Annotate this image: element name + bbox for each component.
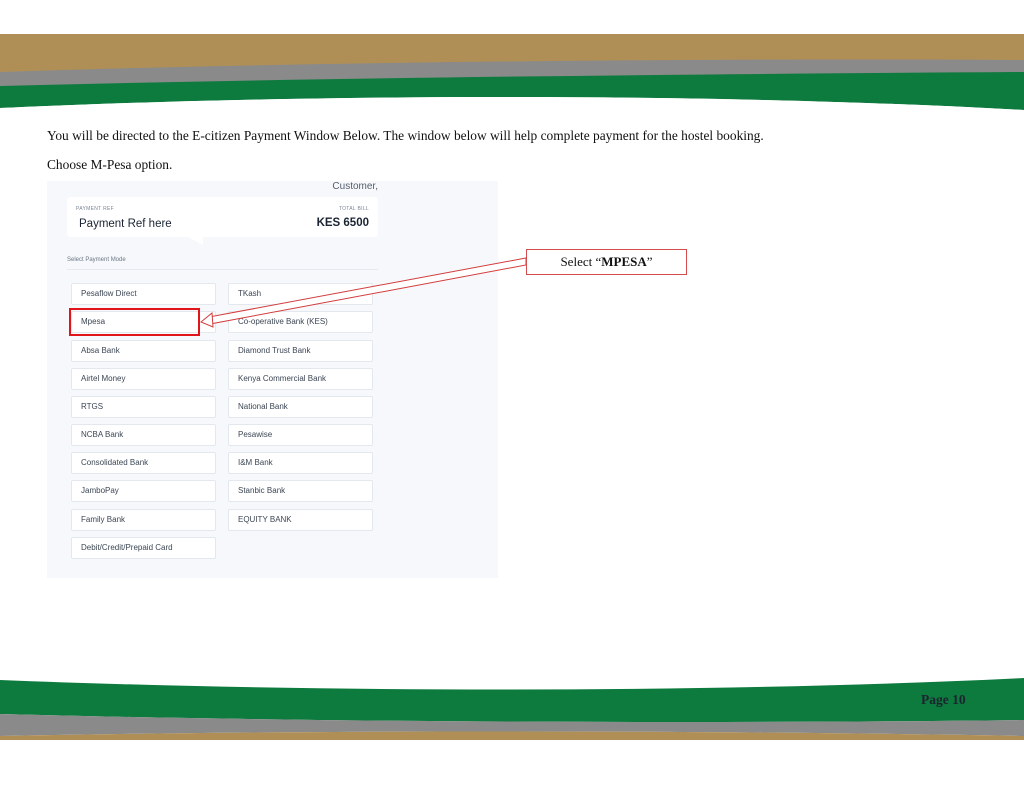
payment-option-cooperative-bank[interactable]: Co-operative Bank (KES) <box>228 311 373 333</box>
page-number: Page 10 <box>921 692 966 707</box>
payment-option-pesawise[interactable]: Pesawise <box>228 424 373 446</box>
payment-option-absa-bank[interactable]: Absa Bank <box>71 340 216 362</box>
total-bill-label: TOTAL BILL <box>338 206 369 212</box>
divider <box>67 269 378 270</box>
callout-box: Select “MPESA” <box>526 249 687 275</box>
payment-option-card[interactable]: Debit/Credit/Prepaid Card <box>71 537 216 559</box>
select-payment-mode-label: Select Payment Mode <box>67 257 126 263</box>
header-banner <box>0 34 1024 115</box>
payment-option-diamond-trust-bank[interactable]: Diamond Trust Bank <box>228 340 373 362</box>
payment-option-equity-bank[interactable]: EQUITY BANK <box>228 509 373 531</box>
payment-option-rtgs[interactable]: RTGS <box>71 396 216 418</box>
payment-option-mpesa[interactable]: Mpesa <box>71 311 216 333</box>
payment-ref-value: Payment Ref here <box>79 218 172 230</box>
payment-summary-card: PAYMENT REF Payment Ref here TOTAL BILL … <box>67 197 378 237</box>
payment-option-family-bank[interactable]: Family Bank <box>71 509 216 531</box>
callout-prefix: Select “ <box>560 254 602 269</box>
callout-suffix: ” <box>646 254 653 269</box>
customer-text: Customer, <box>332 181 378 192</box>
payment-option-im-bank[interactable]: I&M Bank <box>228 452 373 474</box>
payment-option-tkash[interactable]: TKash <box>228 283 373 305</box>
payment-option-jambopay[interactable]: JamboPay <box>71 480 216 502</box>
payment-option-national-bank[interactable]: National Bank <box>228 396 373 418</box>
payment-window-screenshot: Customer, PAYMENT REF Payment Ref here T… <box>47 181 498 578</box>
payment-option-airtel-money[interactable]: Airtel Money <box>71 368 216 390</box>
callout-emphasis: MPESA <box>601 254 647 269</box>
total-bill-value: KES 6500 <box>316 217 369 229</box>
instruction-text: You will be directed to the E-citizen Pa… <box>47 128 764 143</box>
payment-option-pesaflow-direct[interactable]: Pesaflow Direct <box>71 283 216 305</box>
payment-ref-label: PAYMENT REF <box>76 206 115 212</box>
payment-option-ncba-bank[interactable]: NCBA Bank <box>71 424 216 446</box>
payment-option-stanbic-bank[interactable]: Stanbic Bank <box>228 480 373 502</box>
payment-option-kenya-commercial-bank[interactable]: Kenya Commercial Bank <box>228 368 373 390</box>
footer-banner <box>0 678 1024 740</box>
instruction-choose-mpesa: Choose M-Pesa option. <box>47 157 173 172</box>
payment-option-consolidated-bank[interactable]: Consolidated Bank <box>71 452 216 474</box>
